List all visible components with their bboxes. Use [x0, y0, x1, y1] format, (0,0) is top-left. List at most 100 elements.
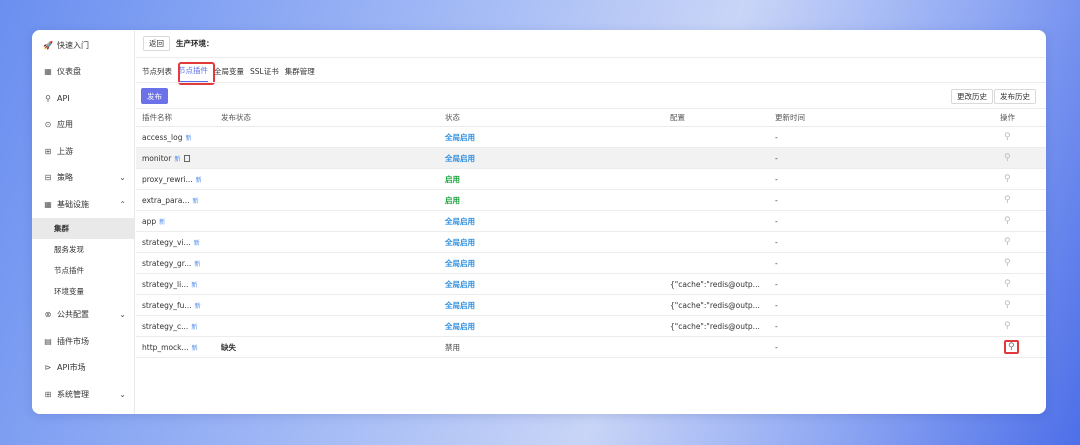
- sidebar-item-plugin-market[interactable]: ▤ 插件市场: [32, 328, 134, 355]
- plugin-name[interactable]: app: [142, 217, 156, 226]
- wrench-icon[interactable]: ⚲: [1004, 279, 1011, 289]
- sidebar-subitem-node-plugins[interactable]: 节点插件: [32, 260, 134, 281]
- wrench-icon[interactable]: ⚲: [1004, 237, 1011, 247]
- wrench-icon[interactable]: ⚲: [1004, 300, 1011, 310]
- infrastructure-icon: ▦: [44, 199, 52, 209]
- market-icon: ▤: [44, 336, 52, 346]
- copy-icon[interactable]: [184, 155, 191, 162]
- update-time: -: [769, 126, 994, 148]
- chevron-down-icon: ⌄: [119, 389, 126, 399]
- sidebar-subitem-service-discovery[interactable]: 服务发现: [32, 239, 134, 260]
- new-tag: 新: [159, 218, 166, 226]
- wrench-icon[interactable]: ⚲: [1008, 342, 1015, 352]
- table-row[interactable]: monitor 新 全局启用 - ⚲: [136, 147, 1046, 169]
- publish-status: [215, 252, 439, 274]
- tab-node-list[interactable]: 节点列表: [142, 66, 172, 82]
- publish-status: [215, 189, 439, 211]
- status-cell: 全局启用: [439, 210, 664, 232]
- config-cell: [664, 210, 769, 232]
- sidebar-item-dashboard[interactable]: ▦ 仪表盘: [32, 59, 134, 86]
- new-tag: 新: [195, 176, 202, 184]
- chevron-down-icon: ⌄: [119, 310, 126, 320]
- table-row[interactable]: strategy_li... 新 全局启用 {"cache":"redis@out…: [136, 273, 1046, 295]
- status-cell: 全局启用: [439, 147, 664, 169]
- wrench-icon[interactable]: ⚲: [1004, 174, 1011, 184]
- publish-history-button[interactable]: 发布历史: [994, 89, 1036, 104]
- config-cell: [664, 189, 769, 211]
- update-time: -: [769, 231, 994, 253]
- new-tag: 新: [194, 260, 201, 268]
- status-cell: 全局启用: [439, 231, 664, 253]
- tab-ssl-cert[interactable]: SSL证书: [250, 66, 279, 82]
- sidebar-item-upstream[interactable]: ⊞ 上游: [32, 138, 134, 165]
- table-row[interactable]: strategy_gr... 新 全局启用 - ⚲: [136, 252, 1046, 274]
- table-row[interactable]: strategy_fu... 新 全局启用 {"cache":"redis@out…: [136, 294, 1046, 316]
- config-cell: {"cache":"redis@outp...: [664, 273, 769, 295]
- sidebar-item-infrastructure[interactable]: ▦ 基础设施 ⌃: [32, 191, 134, 218]
- status-cell: 全局启用: [439, 273, 664, 295]
- sidebar-item-label: 快速入门: [57, 40, 89, 50]
- wrench-icon[interactable]: ⚲: [1004, 321, 1011, 331]
- public-config-icon: ⊗: [44, 310, 52, 320]
- plugin-name[interactable]: strategy_c...: [142, 322, 188, 331]
- sidebar-item-api[interactable]: ⚲ API: [32, 85, 134, 112]
- update-time: -: [769, 168, 994, 190]
- sidebar-subitem-env-vars[interactable]: 环境变量: [32, 281, 134, 302]
- table-row[interactable]: strategy_vi... 新 全局启用 - ⚲: [136, 231, 1046, 253]
- plugin-name[interactable]: strategy_gr...: [142, 259, 191, 268]
- wrench-icon[interactable]: ⚲: [1004, 216, 1011, 226]
- plugin-table: 插件名称 发布状态 状态 配置 更新时间 操作 access_log 新 全局启用…: [136, 108, 1046, 358]
- sidebar-item-label: 基础设施: [57, 199, 89, 209]
- chevron-up-icon: ⌃: [119, 199, 126, 209]
- plugin-name[interactable]: strategy_fu...: [142, 301, 192, 310]
- publish-button[interactable]: 发布: [141, 88, 168, 104]
- plugin-name[interactable]: extra_para...: [142, 196, 189, 205]
- new-tag: 新: [194, 302, 201, 310]
- new-tag: 新: [191, 344, 198, 352]
- sidebar-item-api-market[interactable]: ⊳ API市场: [32, 355, 134, 382]
- sidebar-item-apps[interactable]: ⊙ 应用: [32, 112, 134, 139]
- tab-global-vars[interactable]: 全局变量: [214, 66, 244, 82]
- strategy-icon: ⊟: [44, 173, 52, 183]
- dashboard-icon: ▦: [44, 67, 52, 77]
- table-row[interactable]: app 新 全局启用 - ⚲: [136, 210, 1046, 232]
- table-row[interactable]: extra_para... 新 启用 - ⚲: [136, 189, 1046, 211]
- publish-status: [215, 126, 439, 148]
- new-tag: 新: [185, 134, 192, 142]
- sidebar-item-system-admin[interactable]: ⊞ 系统管理 ⌄: [32, 381, 134, 408]
- sidebar-subitem-cluster[interactable]: 集群: [32, 217, 134, 239]
- tab-cluster-manage[interactable]: 集群管理: [285, 66, 315, 82]
- status-cell: 全局启用: [439, 294, 664, 316]
- back-button[interactable]: 返回: [143, 36, 170, 51]
- sidebar-item-label: API市场: [57, 363, 86, 373]
- plugin-name[interactable]: monitor: [142, 154, 171, 163]
- table-row[interactable]: http_mock... 新 缺失 禁用 - ⚲: [136, 336, 1046, 358]
- wrench-icon[interactable]: ⚲: [1004, 258, 1011, 268]
- sidebar-item-quickstart[interactable]: 🚀 快速入门: [32, 32, 134, 59]
- update-time: -: [769, 210, 994, 232]
- new-tag: 新: [174, 155, 181, 163]
- table-row[interactable]: strategy_c... 新 全局启用 {"cache":"redis@outp…: [136, 315, 1046, 337]
- sidebar-item-label: API: [57, 93, 70, 103]
- publish-status: [215, 273, 439, 295]
- wrench-icon[interactable]: ⚲: [1004, 153, 1011, 163]
- chevron-down-icon: ⌄: [119, 173, 126, 183]
- table-row[interactable]: access_log 新 全局启用 - ⚲: [136, 126, 1046, 148]
- config-cell: [664, 336, 769, 358]
- new-tag: 新: [191, 323, 198, 331]
- publish-status: [215, 315, 439, 337]
- plugin-name[interactable]: proxy_rewri...: [142, 175, 193, 184]
- status-cell: 全局启用: [439, 126, 664, 148]
- sidebar-item-strategy[interactable]: ⊟ 策略 ⌄: [32, 165, 134, 192]
- plugin-name[interactable]: strategy_li...: [142, 280, 188, 289]
- sidebar-item-public-config[interactable]: ⊗ 公共配置 ⌄: [32, 302, 134, 329]
- plugin-name[interactable]: strategy_vi...: [142, 238, 191, 247]
- table-row[interactable]: proxy_rewri... 新 启用 - ⚲: [136, 168, 1046, 190]
- wrench-highlight-box[interactable]: ⚲: [1004, 340, 1019, 354]
- new-tag: 新: [191, 281, 198, 289]
- plugin-name[interactable]: access_log: [142, 133, 182, 142]
- plugin-name[interactable]: http_mock...: [142, 343, 189, 352]
- wrench-icon[interactable]: ⚲: [1004, 195, 1011, 205]
- change-history-button[interactable]: 更改历史: [951, 89, 993, 104]
- wrench-icon[interactable]: ⚲: [1004, 132, 1011, 142]
